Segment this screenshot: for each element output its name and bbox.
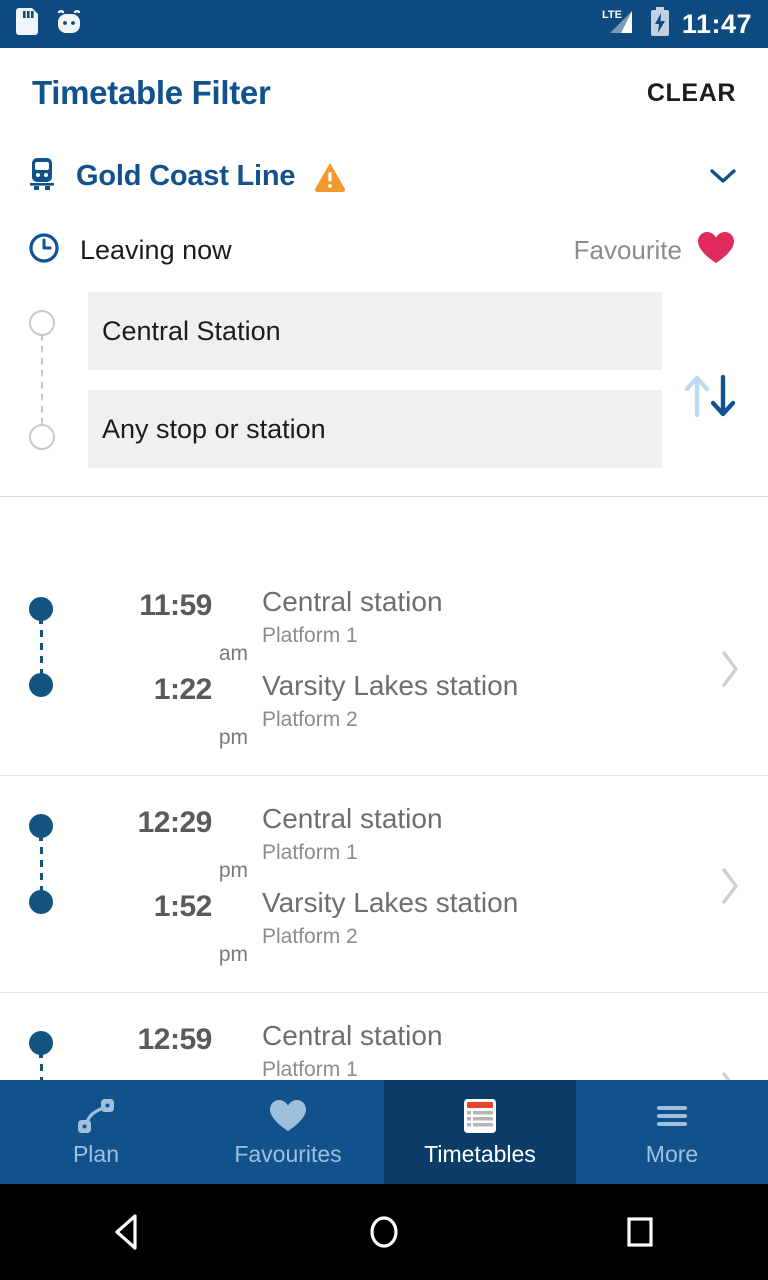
chevron-right-icon[interactable] — [692, 864, 768, 908]
android-system-nav — [0, 1184, 768, 1280]
arrival-time: 1:22 — [153, 673, 213, 706]
departure-time: 11:59 — [139, 589, 212, 622]
departure-ampm: am — [218, 642, 248, 665]
destination-input[interactable]: Any stop or station — [88, 390, 662, 468]
battery-charging-icon — [650, 6, 670, 42]
departure-ampm: pm — [218, 859, 248, 882]
arrival-pin-icon — [29, 673, 53, 697]
departure-pin-icon — [29, 597, 53, 624]
journey-times: 11:59 am 1:22 pm — [82, 585, 262, 753]
table-row[interactable]: 12:29 pm 1:52 pm Central station Platfor… — [0, 776, 768, 993]
journey-stations: Central station Platform 1 Varsity Lakes… — [262, 585, 692, 753]
tab-more[interactable]: More — [576, 1080, 768, 1184]
status-bar-clock: 11:47 — [681, 8, 752, 39]
tab-favourites-label: Favourites — [234, 1140, 342, 1167]
android-head-icon — [56, 9, 82, 39]
arrival-time: 1:52 — [153, 890, 213, 923]
destination-value: Any stop or station — [102, 413, 326, 444]
back-triangle-icon[interactable] — [68, 1184, 188, 1280]
clock-icon[interactable] — [28, 232, 60, 269]
arrival-platform: Platform 2 — [262, 708, 358, 732]
stop-fields: Central Station Any stop or station — [0, 286, 768, 490]
arrival-platform: Platform 2 — [262, 925, 358, 949]
tab-favourites[interactable]: Favourites — [192, 1080, 384, 1184]
departure-time: 12:29 — [137, 806, 213, 839]
favourite-toggle[interactable]: Favourite — [574, 230, 736, 271]
status-bar-left-icons — [16, 8, 82, 40]
journey-stations: Central station Platform 1 Varsity Lakes… — [262, 802, 692, 970]
heart-icon — [268, 1097, 308, 1135]
warning-triangle-icon[interactable] — [313, 161, 347, 192]
heart-filled-icon[interactable] — [696, 230, 736, 271]
tab-more-label: More — [645, 1140, 699, 1167]
route-plan-icon — [73, 1097, 119, 1135]
line-selector[interactable]: Gold Coast Line — [0, 138, 768, 214]
table-row[interactable]: 11:59 am 1:22 pm Central station Platfor… — [0, 559, 768, 776]
departure-and-favourite-row: Leaving now Favourite — [0, 214, 768, 286]
departure-platform: Platform 1 — [262, 624, 358, 648]
departure-pin-icon — [29, 1031, 53, 1058]
train-icon — [28, 157, 56, 196]
arrival-station: Varsity Lakes station — [262, 887, 519, 918]
svg-text:LTE: LTE — [602, 9, 622, 21]
sd-card-icon — [16, 8, 38, 40]
status-bar: LTE 11:47 — [0, 0, 768, 48]
departure-station: Central station — [262, 803, 443, 834]
origin-marker-icon — [29, 310, 55, 336]
chevron-down-icon[interactable] — [708, 166, 738, 186]
swap-stops-button[interactable] — [676, 364, 746, 428]
departure-station: Central station — [262, 1020, 443, 1051]
arrival-pin-icon — [29, 890, 53, 914]
chevron-right-icon[interactable] — [692, 647, 768, 691]
destination-marker-icon — [29, 424, 55, 450]
list-top-gap — [0, 497, 768, 559]
rail-dotted-line — [41, 334, 43, 426]
arrival-station: Varsity Lakes station — [262, 670, 519, 701]
departure-platform: Platform 1 — [262, 1058, 358, 1082]
timetable-list-icon — [460, 1097, 500, 1135]
arrival-ampm: pm — [218, 726, 248, 749]
favourite-label: Favourite — [573, 234, 682, 265]
journey-times: 12:29 pm 1:52 pm — [82, 802, 262, 970]
departure-platform: Platform 1 — [262, 841, 358, 865]
departure-time: 12:59 — [137, 1023, 213, 1056]
stop-rail-graphic — [28, 310, 56, 450]
departure-station: Central station — [262, 586, 443, 617]
tab-timetables[interactable]: Timetables — [384, 1080, 576, 1184]
tab-plan-label: Plan — [72, 1140, 120, 1167]
line-name: Gold Coast Line — [76, 159, 296, 192]
status-bar-right-icons: LTE 11:47 — [602, 6, 752, 42]
tab-timetables-label: Timetables — [424, 1140, 536, 1167]
app-screen: LTE 11:47 Timetable Filter CLEAR Gold Co… — [0, 0, 768, 1280]
tab-plan[interactable]: Plan — [0, 1080, 192, 1184]
clear-button[interactable]: CLEAR — [647, 79, 736, 108]
lte-signal-icon: LTE — [602, 7, 638, 42]
home-circle-icon[interactable] — [324, 1184, 444, 1280]
arrival-ampm: pm — [218, 943, 248, 966]
origin-value: Central Station — [102, 315, 281, 346]
page-title: Timetable Filter — [32, 74, 271, 111]
departure-time-label[interactable]: Leaving now — [80, 235, 232, 266]
bottom-navigation: Plan Favourites Timetables More — [0, 1080, 768, 1184]
origin-input[interactable]: Central Station — [88, 292, 662, 370]
recents-square-icon[interactable] — [580, 1184, 700, 1280]
departure-pin-icon — [29, 814, 53, 841]
hamburger-menu-icon — [652, 1097, 692, 1135]
app-bar: Timetable Filter CLEAR — [0, 48, 768, 138]
